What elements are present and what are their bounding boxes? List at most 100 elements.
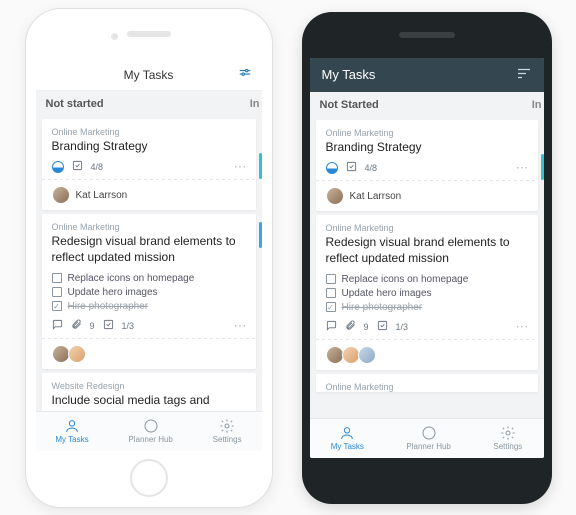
task-title: Include social media tags and contact sh…: [52, 393, 246, 410]
task-list[interactable]: Online Marketing Branding Strategy 4/8 ⋯…: [36, 115, 262, 411]
checklist-icon: [377, 320, 388, 333]
checklist-count: 4/8: [365, 163, 378, 173]
iphone-device-frame: ●●●●○ 9:41 My Tasks Not started In Onlin…: [25, 8, 273, 508]
progress-partial-icon: [52, 161, 64, 173]
task-card[interactable]: Online Marketing: [316, 374, 538, 392]
checkbox-icon[interactable]: [326, 288, 336, 298]
checkbox-icon[interactable]: [326, 274, 336, 284]
hub-icon: [143, 418, 159, 434]
avatar: [358, 346, 376, 364]
assignee-row: [326, 346, 528, 364]
tab-planner-hub[interactable]: Planner Hub: [128, 418, 172, 444]
task-card[interactable]: Online Marketing Branding Strategy 4/8 ⋯…: [316, 120, 538, 212]
assignee-name: Kat Larrson: [76, 190, 128, 201]
next-bucket-peek: In: [250, 98, 260, 110]
task-title: Branding Strategy: [52, 139, 246, 155]
checklist-item[interactable]: Hire photographer: [52, 299, 246, 313]
assignee-name: Kat Larrson: [350, 191, 402, 202]
tab-my-tasks[interactable]: My Tasks: [55, 418, 88, 444]
avatar: [68, 345, 86, 363]
attachment-count: 9: [90, 321, 95, 331]
bucket-header: Not Started In: [310, 92, 544, 116]
gear-icon: [219, 418, 235, 434]
checklist-count: 1/3: [122, 321, 135, 331]
avatar: [326, 187, 344, 205]
bucket-header: Not started In: [36, 91, 262, 115]
checkbox-icon[interactable]: [52, 287, 62, 297]
gear-icon: [500, 425, 516, 441]
plan-name: Online Marketing: [326, 382, 528, 392]
task-title: Branding Strategy: [326, 140, 528, 156]
category-marker: [541, 154, 544, 180]
home-button[interactable]: [130, 459, 168, 497]
attachment-icon: [71, 319, 82, 332]
task-card[interactable]: Website Redesign Include social media ta…: [42, 373, 256, 410]
more-icon[interactable]: ⋯: [516, 319, 530, 335]
task-card[interactable]: Online Marketing Redesign visual brand e…: [42, 214, 256, 369]
divider: [316, 339, 538, 340]
divider: [316, 180, 538, 181]
tab-settings[interactable]: Settings: [493, 425, 522, 451]
checkbox-icon[interactable]: [52, 273, 62, 283]
comments-icon: [52, 319, 63, 332]
progress-partial-icon: [326, 162, 338, 174]
checkbox-icon[interactable]: [326, 302, 336, 312]
checklist-count: 1/3: [396, 322, 409, 332]
screen: My Tasks Not Started In Online Marketing…: [310, 58, 544, 458]
screen: My Tasks Not started In Online Marketing…: [36, 61, 262, 451]
task-title: Redesign visual brand elements to reflec…: [52, 234, 246, 265]
next-bucket-peek: In: [532, 99, 542, 111]
tab-settings[interactable]: Settings: [213, 418, 242, 444]
assignee-row: Kat Larrson: [52, 186, 246, 204]
plan-name: Online Marketing: [52, 222, 246, 232]
sort-icon[interactable]: [516, 65, 532, 84]
attachment-icon: [345, 320, 356, 333]
iphone-camera: [111, 33, 118, 40]
checkbox-icon[interactable]: [52, 301, 62, 311]
assignee-row: Kat Larrson: [326, 187, 528, 205]
checklist-item[interactable]: Update hero images: [52, 285, 246, 299]
more-icon[interactable]: ⋯: [234, 318, 248, 334]
checklist-item[interactable]: Hire photographer: [326, 300, 528, 314]
avatar: [326, 346, 344, 364]
checklist-icon: [103, 319, 114, 332]
task-title: Redesign visual brand elements to reflec…: [326, 235, 528, 266]
app-header: My Tasks: [36, 61, 262, 91]
checklist-icon: [346, 161, 357, 174]
avatar: [52, 186, 70, 204]
attachment-count: 9: [364, 322, 369, 332]
android-device-frame: 9:41 My Tasks Not Started In Online Mark…: [302, 12, 552, 504]
plan-name: Online Marketing: [52, 127, 246, 137]
assignee-row: [52, 345, 246, 363]
divider: [42, 179, 256, 180]
more-icon[interactable]: ⋯: [516, 160, 530, 176]
avatar: [342, 346, 360, 364]
tab-bar: My Tasks Planner Hub Settings: [36, 411, 262, 451]
category-marker: [259, 153, 262, 179]
tab-bar: My Tasks Planner Hub Settings: [310, 418, 544, 458]
plan-name: Online Marketing: [326, 128, 528, 138]
comments-icon: [326, 320, 337, 333]
header-title: My Tasks: [322, 67, 376, 82]
person-icon: [339, 425, 355, 441]
sort-icon[interactable]: [238, 67, 252, 84]
more-icon[interactable]: ⋯: [234, 159, 248, 175]
checklist-item[interactable]: Update hero images: [326, 286, 528, 300]
checklist-item[interactable]: Replace icons on homepage: [326, 272, 528, 286]
checklist-icon: [72, 160, 83, 173]
divider: [42, 338, 256, 339]
category-marker: [259, 222, 262, 248]
avatar: [52, 345, 70, 363]
task-card[interactable]: Online Marketing Branding Strategy 4/8 ⋯…: [42, 119, 256, 211]
person-icon: [64, 418, 80, 434]
app-header: My Tasks: [310, 58, 544, 92]
task-card[interactable]: Online Marketing Redesign visual brand e…: [316, 215, 538, 370]
task-list[interactable]: Online Marketing Branding Strategy 4/8 ⋯…: [310, 116, 544, 418]
tab-my-tasks[interactable]: My Tasks: [331, 425, 364, 451]
checklist-item[interactable]: Replace icons on homepage: [52, 271, 246, 285]
header-title: My Tasks: [124, 68, 174, 82]
checklist: Replace icons on homepage Update hero im…: [326, 272, 528, 314]
plan-name: Website Redesign: [52, 381, 246, 391]
plan-name: Online Marketing: [326, 223, 528, 233]
tab-planner-hub[interactable]: Planner Hub: [406, 425, 450, 451]
